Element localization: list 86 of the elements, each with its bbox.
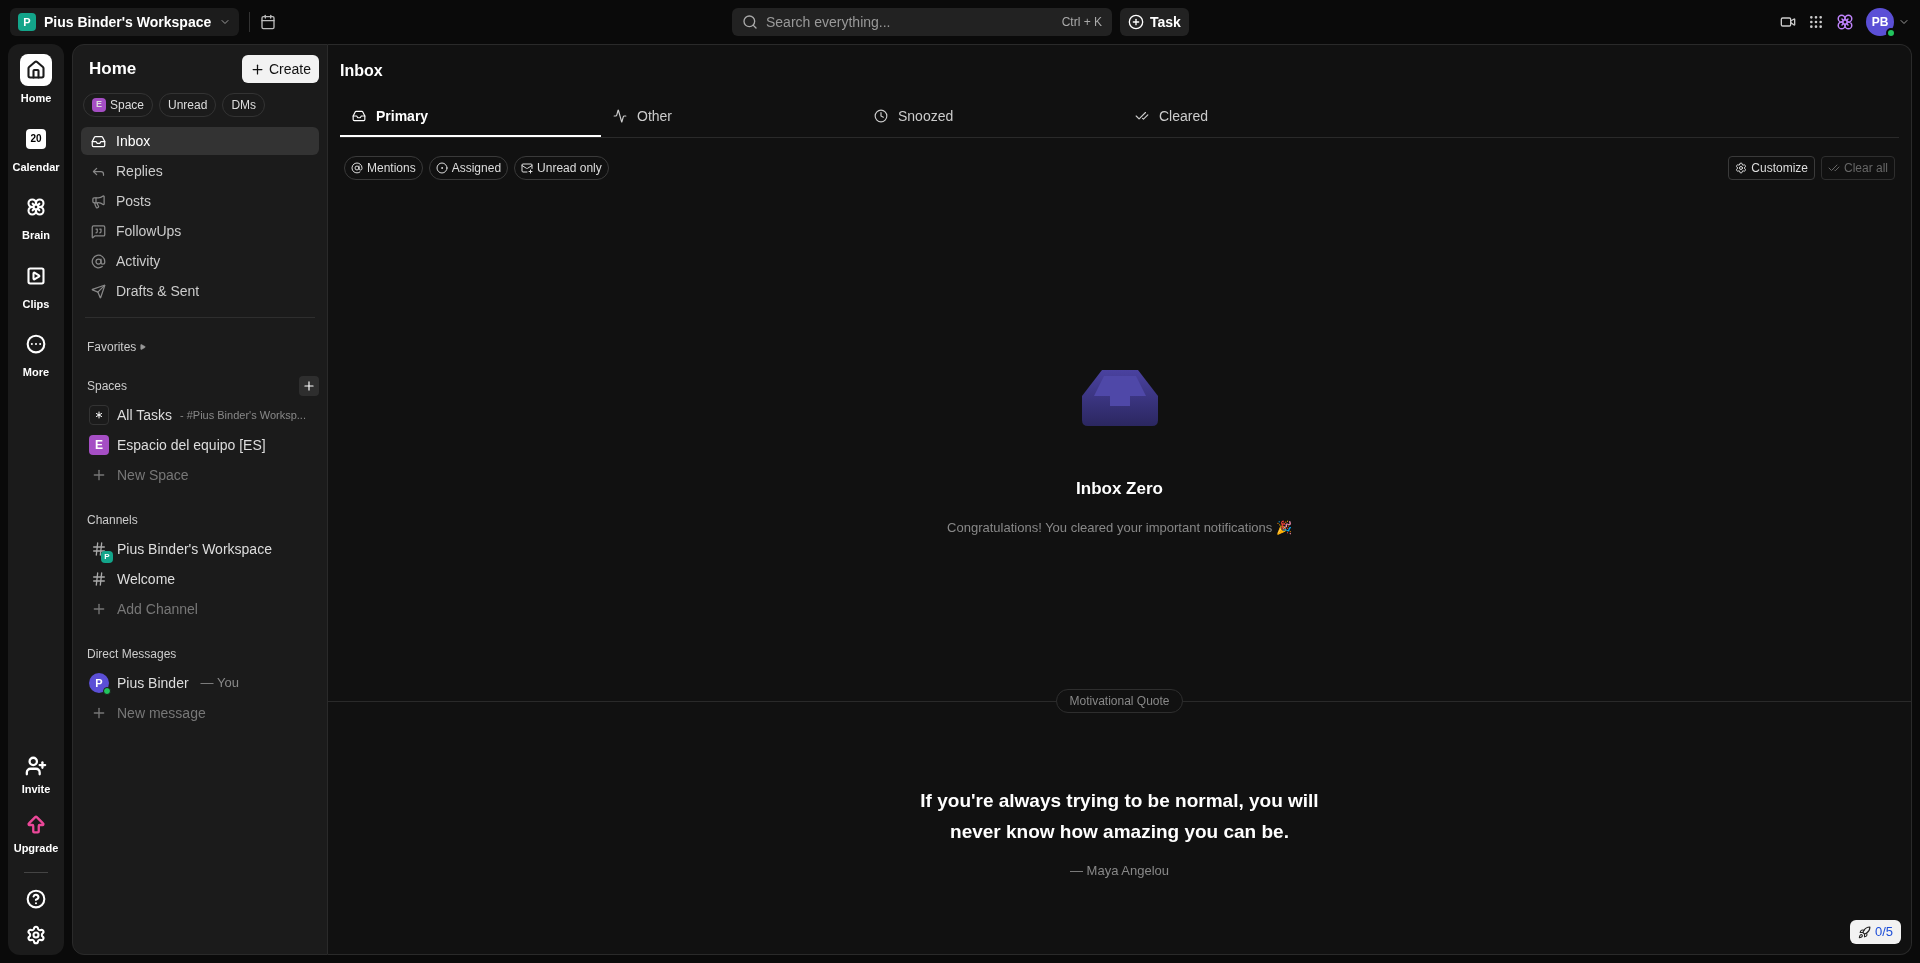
sidebar-nav-item[interactable]: Inbox (81, 127, 319, 155)
user-avatar: P (89, 673, 109, 693)
upgrade-arrow-icon (25, 813, 47, 836)
rail-item[interactable]: More (8, 328, 64, 381)
send-icon (91, 283, 106, 299)
rail-item[interactable]: Home (8, 54, 64, 107)
double-check-icon (1135, 109, 1149, 123)
customize-button[interactable]: Customize (1728, 156, 1815, 180)
empty-state-text: Congratulations! You cleared your important notifications 🎉 (947, 518, 1292, 537)
plus-icon (91, 601, 107, 617)
plus-icon (91, 705, 107, 721)
inbox-tray-icon (1081, 370, 1158, 426)
rail-item[interactable]: 20 Calendar (8, 122, 64, 175)
sidebar-link[interactable]: New message (117, 702, 206, 724)
sidebar-nav-item[interactable]: FollowUps (81, 217, 319, 245)
inbox-tab[interactable]: Other (601, 97, 862, 137)
rail-item[interactable]: Invite (21, 755, 51, 798)
sidebar-item-note: - #Pius Binder's Worksp... (180, 407, 306, 423)
section-title: Channels (87, 512, 138, 529)
sidebar-link[interactable]: Pius Binder (117, 672, 189, 694)
space-avatar: E (89, 435, 109, 455)
plus-icon (91, 467, 107, 483)
channel-badge: P (101, 551, 113, 563)
sidebar-link[interactable]: New Space (117, 464, 189, 486)
workspace-switcher[interactable]: P Pius Binder's Workspace (10, 8, 240, 36)
asterisk-icon (89, 405, 109, 425)
sidebar-nav-item[interactable]: Posts (81, 187, 319, 215)
sidebar-nav-item[interactable]: Drafts & Sent (81, 277, 319, 305)
sidebar-item-note: — You (200, 674, 239, 693)
rail-item[interactable]: Brain (8, 191, 64, 244)
inbox-tab[interactable]: Primary (340, 97, 601, 137)
sidebar-link[interactable]: Pius Binder's Workspace (117, 538, 272, 560)
space-avatar: E (92, 98, 106, 112)
empty-state-title: Inbox Zero (1076, 478, 1163, 500)
mail-icon (521, 162, 534, 174)
sidebar-link[interactable]: All Tasks (117, 404, 172, 426)
plus-icon (302, 379, 316, 393)
search-input[interactable]: Search everything... (766, 11, 1054, 33)
help-icon[interactable] (26, 889, 46, 909)
message-icon (91, 223, 106, 239)
quote-author: — Maya Angelou (1070, 862, 1169, 880)
target-icon (435, 162, 448, 174)
workspace-avatar: P (18, 13, 36, 31)
sidebar-nav-item[interactable]: Activity (81, 247, 319, 275)
double-check-icon (1828, 162, 1840, 174)
inbox-tab[interactable]: Cleared (1123, 97, 1384, 137)
settings-icon[interactable] (26, 925, 46, 945)
at-sign-icon (91, 253, 106, 269)
section-title: Direct Messages (87, 646, 177, 663)
inbox-icon (91, 133, 106, 149)
shortcut-hint: Ctrl + K (1061, 14, 1102, 31)
add-user-icon (25, 755, 47, 777)
section-title: Spaces (87, 378, 128, 395)
video-icon[interactable] (1780, 14, 1796, 30)
quote-text: If you're always trying to be normal, you will never know how amazing you can be. (919, 789, 1320, 844)
sidebar-link[interactable]: Welcome (117, 568, 176, 590)
favorites-toggle[interactable]: Favorites (81, 338, 319, 356)
settings-icon (1735, 162, 1748, 174)
megaphone-icon (91, 193, 106, 209)
caret-icon (140, 344, 147, 350)
sidebar-link[interactable]: Add Channel (117, 598, 198, 620)
inbox-tab[interactable]: Snoozed (862, 97, 1123, 137)
apps-grid-icon[interactable] (1808, 14, 1824, 30)
plus-circle-icon (1128, 14, 1144, 30)
clock-icon (874, 109, 888, 123)
calendar-icon: 20 (26, 128, 46, 149)
search-bar[interactable]: Search everything... Ctrl + K (732, 8, 1112, 36)
sidebar-nav-item[interactable]: Replies (81, 157, 319, 185)
flower-icon[interactable] (1836, 13, 1854, 31)
plus-icon (249, 61, 265, 77)
create-button[interactable]: Create (241, 55, 319, 83)
rail-item[interactable]: Upgrade (13, 813, 59, 856)
page-title: Inbox (340, 61, 384, 81)
activity-icon (613, 109, 627, 123)
add-space-button[interactable] (299, 376, 319, 396)
calendar-icon[interactable] (260, 14, 277, 30)
rail-item[interactable]: Clips (8, 259, 64, 312)
progress-badge[interactable]: 0/5 (1849, 920, 1901, 944)
search-icon (742, 14, 758, 30)
inbox-icon (352, 109, 366, 123)
rocket-icon (1857, 925, 1871, 939)
task-button[interactable]: Task (1120, 8, 1189, 36)
sidebar-link[interactable]: Espacio del equipo [ES] (117, 434, 266, 456)
sidebar-title: Home (89, 58, 137, 81)
user-avatar[interactable]: PB (1866, 8, 1894, 36)
at-sign-icon (351, 162, 363, 174)
